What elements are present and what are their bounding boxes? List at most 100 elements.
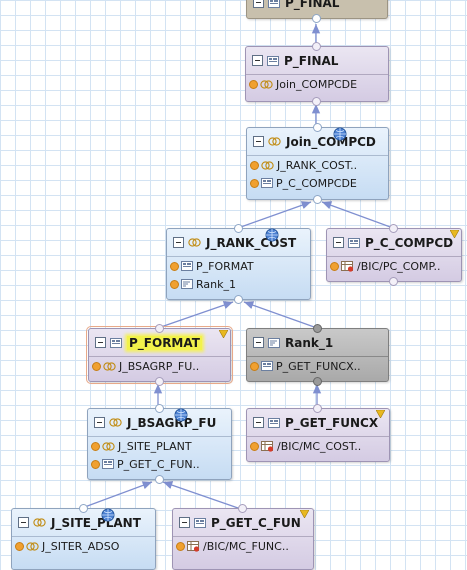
output-anchor[interactable] — [313, 404, 322, 413]
node-header: P_FINAL — [246, 47, 388, 75]
globe-icon — [174, 408, 188, 422]
input-anchor[interactable] — [154, 475, 164, 484]
output-anchor[interactable] — [78, 504, 88, 513]
collapse-icon[interactable] — [94, 417, 105, 428]
input-row[interactable]: P_GET_FUNCX.. — [247, 357, 388, 375]
node-p-get-funcx[interactable]: P_GET_FUNCX /BIC/MC_COST.. — [246, 404, 390, 462]
collapse-icon[interactable] — [179, 517, 190, 528]
collapse-icon[interactable] — [253, 417, 264, 428]
row-label: /BIC/MC_COST.. — [277, 439, 362, 453]
input-anchor[interactable] — [312, 97, 321, 106]
row-label: P_C_COMPCDE — [276, 176, 357, 190]
port-icon — [170, 261, 179, 271]
edge-pformat-to-jrank — [157, 301, 234, 329]
node-p-format[interactable]: P_FORMAT J_BSAGRP_FU.. — [86, 324, 233, 386]
projection-icon — [181, 261, 193, 271]
node-title: P_C_COMPCD — [365, 235, 454, 250]
port-icon — [250, 178, 259, 188]
input-row[interactable]: /BIC/MC_COST.. — [247, 437, 389, 455]
projection-icon — [110, 337, 122, 348]
input-row[interactable]: J_SITER_ADSO — [12, 537, 155, 555]
input-anchor[interactable] — [154, 377, 164, 386]
collapse-icon[interactable] — [173, 237, 184, 248]
calculation-view-canvas[interactable]: P_FINAL P_FINAL Join_COMPCDE Join_COMPCD… — [0, 0, 467, 570]
output-anchor[interactable] — [312, 123, 322, 132]
port-icon — [249, 79, 258, 89]
port-icon — [250, 441, 259, 451]
projection-icon — [348, 237, 360, 248]
input-row[interactable]: Join_COMPCDE — [246, 75, 388, 93]
collapse-icon[interactable] — [333, 237, 344, 248]
row-label: Join_COMPCDE — [276, 77, 358, 91]
node-header: Join_COMPCD — [247, 127, 388, 156]
join-icon — [102, 441, 115, 451]
table-icon — [341, 260, 354, 272]
node-header: Rank_1 — [247, 329, 388, 357]
join-icon — [109, 418, 122, 427]
input-anchor[interactable] — [233, 295, 243, 304]
collapse-icon[interactable] — [253, 0, 264, 8]
input-row[interactable]: P_C_COMPCDE — [247, 174, 388, 192]
collapse-icon[interactable] — [252, 55, 263, 66]
node-title: P_GET_C_FUN — [211, 515, 301, 530]
filter-icon — [300, 510, 309, 518]
node-top-partial[interactable]: P_FINAL — [246, 0, 388, 23]
node-join-compcd[interactable]: Join_COMPCD J_RANK_COST.. P_C_COMPCDE — [246, 123, 389, 204]
node-title: P_FINAL — [284, 53, 339, 68]
input-row[interactable]: J_BSAGRP_FU.. — [89, 357, 230, 375]
node-p-c-compcd[interactable]: P_C_COMPCD /BIC/PC_COMP.. — [326, 224, 462, 286]
input-row[interactable]: Rank_1 — [167, 275, 310, 293]
collapse-icon[interactable] — [18, 517, 29, 528]
port-icon — [330, 261, 339, 271]
collapse-icon[interactable] — [253, 337, 264, 348]
output-anchor[interactable] — [312, 14, 321, 23]
output-anchor[interactable] — [238, 504, 247, 513]
input-anchor[interactable] — [312, 195, 322, 204]
port-icon — [250, 160, 259, 170]
globe-icon — [265, 228, 279, 242]
input-row[interactable]: J_SITE_PLANT — [88, 437, 231, 455]
edge-jsite-to-jbsagrp — [81, 481, 153, 509]
output-anchor[interactable] — [312, 42, 321, 51]
node-rank-1[interactable]: Rank_1 P_GET_FUNCX.. — [246, 324, 389, 386]
collapse-icon[interactable] — [253, 136, 264, 147]
projection-icon — [268, 417, 280, 428]
collapse-icon[interactable] — [95, 337, 106, 348]
node-title: Rank_1 — [285, 335, 334, 350]
node-j-site-plant[interactable]: J_SITE_PLANT J_SITER_ADSO — [11, 504, 156, 570]
input-anchor[interactable] — [389, 277, 398, 286]
input-row[interactable]: /BIC/MC_FUNC.. — [173, 537, 313, 555]
node-header: P_GET_C_FUN — [173, 509, 313, 537]
node-j-rank-cost[interactable]: J_RANK_COST P_FORMAT Rank_1 — [166, 224, 311, 304]
projection-icon — [267, 55, 279, 66]
input-row[interactable]: P_GET_C_FUN.. — [88, 455, 231, 473]
output-anchor[interactable] — [233, 224, 243, 233]
input-row[interactable]: /BIC/PC_COMP.. — [327, 257, 461, 275]
projection-icon — [261, 361, 273, 371]
row-label: P_GET_FUNCX.. — [276, 359, 361, 373]
output-anchor[interactable] — [312, 324, 322, 333]
row-label: J_SITER_ADSO — [42, 539, 120, 553]
rank-icon — [181, 279, 193, 289]
node-p-get-c-fun[interactable]: P_GET_C_FUN /BIC/MC_FUNC.. — [172, 504, 314, 570]
input-row[interactable]: J_RANK_COST.. — [247, 156, 388, 174]
row-label: J_BSAGRP_FU.. — [119, 359, 200, 373]
join-icon — [260, 79, 273, 89]
rank-icon — [268, 337, 280, 348]
output-anchor[interactable] — [154, 404, 164, 413]
node-header: J_SITE_PLANT — [12, 508, 155, 537]
node-j-bsagrp-fu[interactable]: J_BSAGRP_FU J_SITE_PLANT P_GET_C_FUN.. — [87, 404, 232, 484]
input-anchor[interactable] — [312, 377, 322, 386]
edge-rank1-to-jrank — [243, 301, 318, 329]
input-row[interactable]: P_FORMAT — [167, 257, 310, 275]
globe-icon — [333, 127, 347, 141]
table-icon — [187, 540, 200, 552]
join-icon — [103, 361, 116, 371]
node-title: J_BSAGRP_FU — [127, 415, 217, 430]
edge-jrank-to-join — [237, 201, 312, 229]
node-title: P_FINAL — [285, 0, 340, 10]
output-anchor[interactable] — [154, 324, 164, 333]
node-p-final[interactable]: P_FINAL Join_COMPCDE — [245, 42, 389, 106]
row-label: P_GET_C_FUN.. — [117, 457, 200, 471]
output-anchor[interactable] — [389, 224, 398, 233]
